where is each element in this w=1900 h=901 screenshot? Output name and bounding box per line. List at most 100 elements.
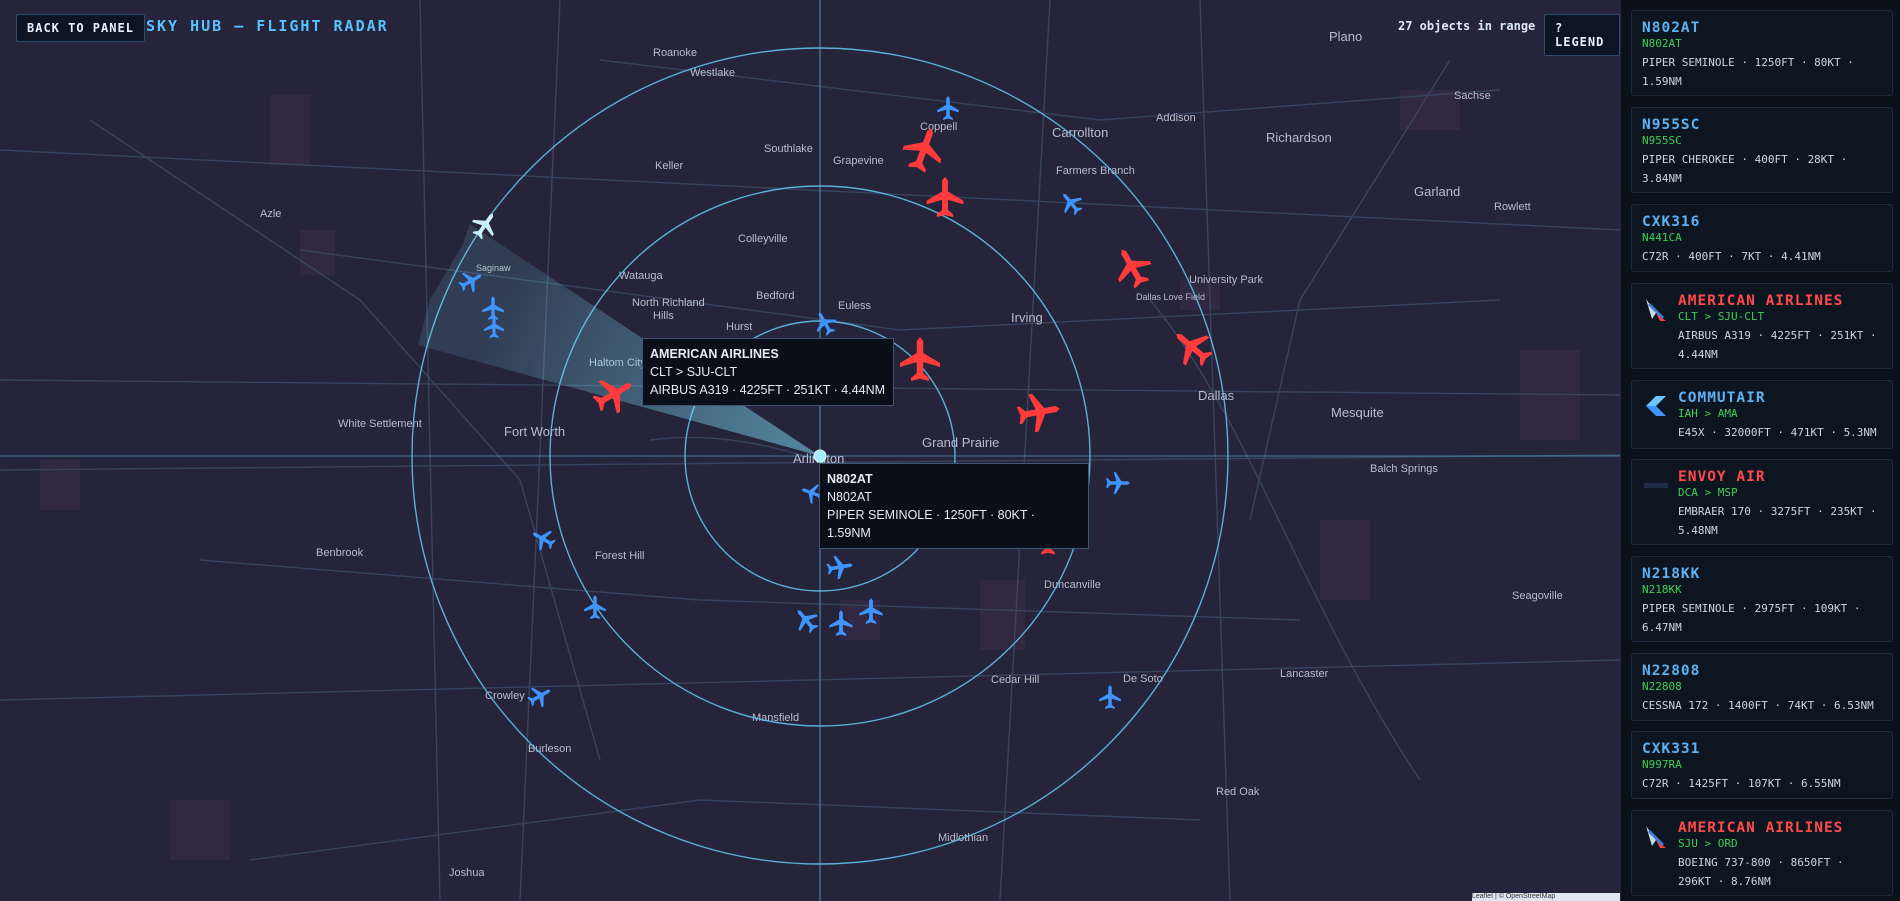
flight-tooltip: AMERICAN AIRLINES CLT > SJU-CLT AIRBUS A… [642,338,894,406]
svg-text:Plano: Plano [1329,29,1362,44]
american-airlines-logo [1646,299,1666,321]
svg-text:Garland: Garland [1414,184,1460,199]
svg-text:Hills: Hills [653,310,674,322]
svg-text:Hurst: Hurst [726,321,752,333]
flight-registration: CLT > SJU-CLT [1678,310,1765,323]
objects-in-range-count: 27 objects in range [1398,19,1536,33]
flight-registration: N802AT [1642,37,1682,50]
svg-text:Lancaster: Lancaster [1280,668,1329,680]
svg-text:Keller: Keller [655,160,683,172]
svg-text:Rowlett: Rowlett [1494,201,1531,213]
tooltip-detail: AIRBUS A319 · 4225FT · 251KT · 4.44NM [650,383,886,397]
svg-text:Farmers Branch: Farmers Branch [1056,165,1135,177]
flight-card[interactable]: CXK316 N441CA C72R · 400FT · 7KT · 4.41N… [1631,204,1893,272]
svg-text:Bedford: Bedford [756,290,795,302]
flight-details: PIPER CHEROKEE · 400FT · 28KT · 3.84NM [1642,153,1848,185]
svg-text:Joshua: Joshua [449,867,485,879]
tooltip-detail: PIPER SEMINOLE · 1250FT · 80KT · 1.59NM [827,508,1035,540]
flight-registration: N955SC [1642,134,1682,147]
flight-callsign: CXK316 [1642,214,1701,230]
svg-text:Benbrook: Benbrook [316,547,364,559]
flight-callsign: N955SC [1642,117,1701,133]
flight-callsign: COMMUTAIR [1678,390,1766,406]
svg-text:De Soto: De Soto [1123,673,1163,685]
flight-callsign: N802AT [1642,20,1701,36]
svg-text:Forest Hill: Forest Hill [595,550,645,562]
flight-callsign: AMERICAN AIRLINES [1678,293,1844,309]
svg-text:Sachse: Sachse [1454,90,1491,102]
flight-details: E45X · 32000FT · 471KT · 5.3NM [1678,426,1877,439]
flight-details: EMBRAER 170 · 3275FT · 235KT · 5.48NM [1678,505,1877,537]
flight-callsign: N218KK [1642,566,1701,582]
svg-text:Red Oak: Red Oak [1216,786,1260,798]
svg-text:Cedar Hill: Cedar Hill [991,674,1039,686]
tooltip-title: AMERICAN AIRLINES [650,347,779,361]
svg-text:Azle: Azle [260,208,281,220]
flight-card[interactable]: AMERICAN AIRLINES CLT > SJU-CLT AIRBUS A… [1631,283,1893,369]
commutair-logo [1646,396,1666,416]
flight-details: PIPER SEMINOLE · 2975FT · 109KT · 6.47NM [1642,602,1861,634]
flight-card[interactable]: N955SC N955SC PIPER CHEROKEE · 400FT · 2… [1631,107,1893,193]
flight-details: PIPER SEMINOLE · 1250FT · 80KT · 1.59NM [1642,56,1854,88]
legend-button[interactable]: ? LEGEND [1544,14,1620,56]
tooltip-route: N802AT [827,490,872,504]
svg-text:Roanoke: Roanoke [653,47,697,59]
svg-text:Euless: Euless [838,300,872,312]
svg-text:Grapevine: Grapevine [833,155,884,167]
svg-text:Richardson: Richardson [1266,130,1332,145]
envoy-air-logo [1644,483,1668,488]
flight-card[interactable]: ENVOY AIR DCA > MSP EMBRAER 170 · 3275FT… [1631,459,1893,545]
flight-details: BOEING 737-800 · 8650FT · 296KT · 8.76NM [1678,856,1844,888]
svg-text:Duncanville: Duncanville [1044,579,1101,591]
flight-details: CESSNA 172 · 1400FT · 74KT · 6.53NM [1642,699,1874,712]
flight-details: AIRBUS A319 · 4225FT · 251KT · 4.44NM [1678,329,1877,361]
flight-registration: N22808 [1642,680,1682,693]
svg-text:White Settlement: White Settlement [338,418,422,430]
flight-card[interactable]: CXK331 N997RA C72R · 1425FT · 107KT · 6.… [1631,731,1893,799]
flight-callsign: AMERICAN AIRLINES [1678,820,1844,836]
flight-details: C72R · 400FT · 7KT · 4.41NM [1642,250,1821,263]
page-title: SKY HUB — FLIGHT RADAR [146,17,389,35]
map-canvas[interactable]: Roanoke Westlake Southlake Keller Grapevine… [0,0,1620,901]
svg-text:North Richland: North Richland [632,297,705,309]
svg-text:Watauga: Watauga [619,270,664,282]
flight-tooltip: N802AT N802AT PIPER SEMINOLE · 1250FT · … [819,463,1089,549]
svg-text:Addison: Addison [1156,112,1196,124]
flight-registration: N218KK [1642,583,1682,596]
flight-card[interactable]: COMMUTAIR IAH > AMA E45X · 32000FT · 471… [1631,380,1893,449]
svg-text:Balch Springs: Balch Springs [1370,463,1438,475]
svg-text:Dallas: Dallas [1198,388,1235,403]
flight-card[interactable]: N22808 N22808 CESSNA 172 · 1400FT · 74KT… [1631,653,1893,721]
flight-registration: DCA > MSP [1678,486,1738,499]
map-attribution[interactable]: Leaflet | © OpenStreetMap [1472,893,1620,901]
svg-text:Coppell: Coppell [920,121,957,133]
svg-text:Seagoville: Seagoville [1512,590,1563,602]
back-to-panel-button[interactable]: BACK TO PANEL [16,14,145,42]
flight-callsign: ENVOY AIR [1678,469,1766,485]
flight-card[interactable]: N218KK N218KK PIPER SEMINOLE · 2975FT · … [1631,556,1893,642]
svg-text:Fort Worth: Fort Worth [504,424,565,439]
tooltip-route: CLT > SJU-CLT [650,365,738,379]
flight-registration: N997RA [1642,758,1682,771]
flight-registration: SJU > ORD [1678,837,1738,850]
flight-registration: IAH > AMA [1678,407,1738,420]
flight-details: C72R · 1425FT · 107KT · 6.55NM [1642,777,1841,790]
radar-map[interactable]: Roanoke Westlake Southlake Keller Grapevine… [0,0,1620,901]
flight-card[interactable]: N802AT N802AT PIPER SEMINOLE · 1250FT · … [1631,10,1893,96]
svg-text:Crowley: Crowley [485,690,525,702]
american-airlines-logo [1646,826,1666,848]
tooltip-title: N802AT [827,472,873,486]
flight-list-panel[interactable]: N802AT N802AT PIPER SEMINOLE · 1250FT · … [1620,0,1900,901]
flight-callsign: CXK331 [1642,741,1701,757]
svg-text:Colleyville: Colleyville [738,233,788,245]
app: Roanoke Westlake Southlake Keller Grapevine… [0,0,1900,901]
svg-text:Burleson: Burleson [528,743,571,755]
svg-text:Irving: Irving [1011,310,1043,325]
svg-text:Westlake: Westlake [690,67,735,79]
flight-registration: N441CA [1642,231,1682,244]
svg-text:Grand Prairie: Grand Prairie [922,435,999,450]
flight-card[interactable]: AMERICAN AIRLINES SJU > ORD BOEING 737-8… [1631,810,1893,896]
svg-text:Mesquite: Mesquite [1331,405,1384,420]
flight-callsign: N22808 [1642,663,1701,679]
svg-text:Southlake: Southlake [764,143,813,155]
